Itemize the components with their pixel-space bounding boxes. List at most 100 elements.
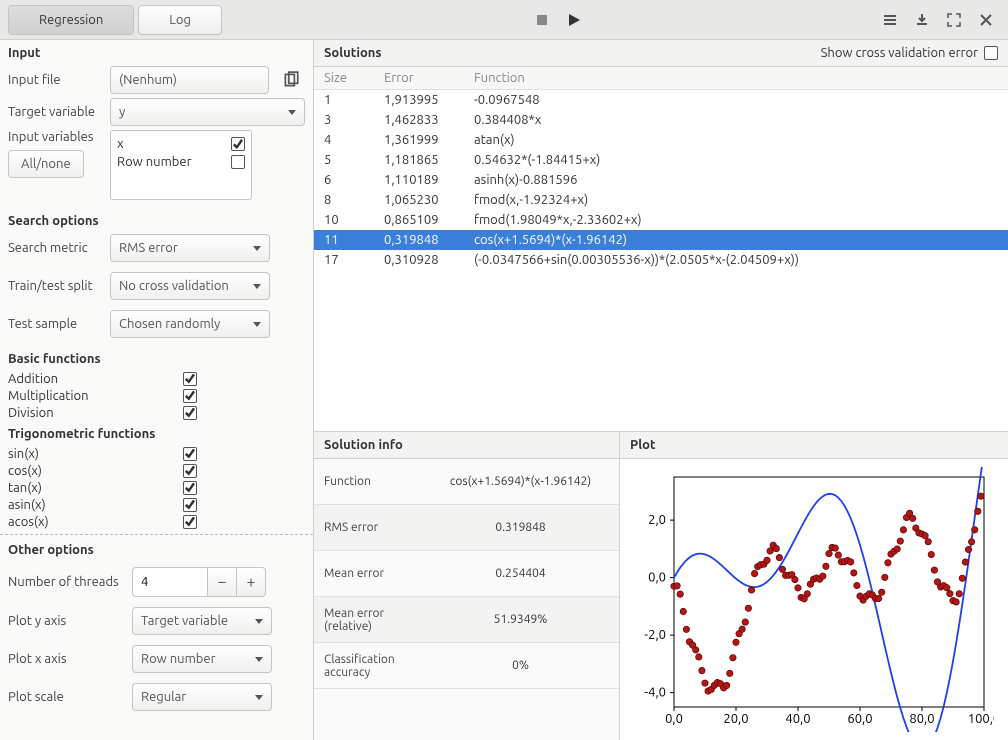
- info-row: Mean error (relative)51.9349%: [314, 597, 619, 643]
- ploty-select[interactable]: Target variable: [132, 607, 272, 635]
- func-item[interactable]: Addition: [8, 370, 305, 387]
- svg-text:-2,0: -2,0: [644, 628, 666, 642]
- plotx-label: Plot x axis: [8, 652, 128, 666]
- plot-panel: Plot -4,0-2,00,02,00,020,040,060,080,010…: [620, 432, 1008, 740]
- checkbox[interactable]: [183, 464, 197, 478]
- plot-title: Plot: [620, 432, 1008, 459]
- basic-func-title: Basic functions: [0, 348, 313, 368]
- target-select[interactable]: y: [110, 98, 305, 126]
- info-row: Classification accuracy0%: [314, 643, 619, 689]
- chevron-down-icon: [253, 246, 261, 251]
- svg-text:80,0: 80,0: [909, 712, 934, 726]
- input-file-label: Input file: [8, 73, 106, 87]
- plotx-select[interactable]: Row number: [132, 645, 272, 673]
- ploty-label: Plot y axis: [8, 614, 128, 628]
- info-title: Solution info: [314, 432, 619, 459]
- metric-label: Search metric: [8, 241, 106, 255]
- checkbox[interactable]: [183, 372, 197, 386]
- right-pane: Solutions Show cross validation error Si…: [314, 40, 1008, 740]
- checkbox[interactable]: [183, 481, 197, 495]
- info-row: Functioncos(x+1.5694)*(x-1.96142): [314, 459, 619, 505]
- checkbox[interactable]: [183, 447, 197, 461]
- trig-func-title: Trigonometric functions: [0, 423, 313, 443]
- solutions-table[interactable]: Size Error Function 11,913995-0.09675483…: [314, 67, 1008, 432]
- cv-checkbox[interactable]: [984, 46, 998, 60]
- play-icon[interactable]: [560, 6, 588, 34]
- threads-plus-button[interactable]: +: [236, 567, 266, 597]
- cv-label: Show cross validation error: [821, 46, 978, 60]
- func-item[interactable]: Multiplication: [8, 387, 305, 404]
- plotscale-label: Plot scale: [8, 690, 128, 704]
- svg-text:0,0: 0,0: [648, 571, 666, 585]
- threads-minus-button[interactable]: −: [207, 567, 237, 597]
- plotscale-select[interactable]: Regular: [132, 683, 272, 711]
- table-row[interactable]: 61,110189asinh(x)-0.881596: [314, 170, 1008, 190]
- table-row[interactable]: 51,1818650.54632*(-1.84415+x): [314, 150, 1008, 170]
- split-label: Train/test split: [8, 279, 106, 293]
- tab-log[interactable]: Log: [138, 5, 222, 35]
- table-row[interactable]: 100,865109fmod(1.98049*x,-2.33602+x): [314, 210, 1008, 230]
- chevron-down-icon: [288, 110, 296, 115]
- info-row: Mean error0.254404: [314, 551, 619, 597]
- checkbox[interactable]: [183, 406, 197, 420]
- solutions-title: Solutions: [324, 46, 382, 60]
- svg-text:0,0: 0,0: [665, 712, 683, 726]
- stop-icon[interactable]: [528, 6, 556, 34]
- table-row[interactable]: 110,319848cos(x+1.5694)*(x-1.96142): [314, 230, 1008, 250]
- download-icon[interactable]: [908, 6, 936, 34]
- chevron-down-icon: [255, 657, 263, 662]
- solutions-header: Solutions Show cross validation error: [314, 40, 1008, 67]
- checkbox[interactable]: [183, 389, 197, 403]
- sample-label: Test sample: [8, 317, 106, 331]
- search-title: Search options: [0, 208, 313, 232]
- chevron-down-icon: [255, 619, 263, 624]
- checkbox[interactable]: [183, 498, 197, 512]
- tab-regression[interactable]: Regression: [8, 5, 134, 35]
- left-pane: Input Input file (Nenhum) Target variabl…: [0, 40, 314, 740]
- func-item[interactable]: sin(x): [8, 445, 305, 462]
- table-row[interactable]: 41,361999atan(x): [314, 130, 1008, 150]
- solution-info-panel: Solution info Functioncos(x+1.5694)*(x-1…: [314, 432, 620, 740]
- table-row[interactable]: 81,065230fmod(x,-1.92324+x): [314, 190, 1008, 210]
- fullscreen-icon[interactable]: [940, 6, 968, 34]
- menu-icon[interactable]: [876, 6, 904, 34]
- target-label: Target variable: [8, 105, 106, 119]
- info-row: RMS error0.319848: [314, 505, 619, 551]
- func-item[interactable]: tan(x): [8, 479, 305, 496]
- func-item[interactable]: asin(x): [8, 496, 305, 513]
- table-row[interactable]: 170,310928(-0.0347566+sin(0.00305536-x))…: [314, 250, 1008, 270]
- svg-text:40,0: 40,0: [785, 712, 810, 726]
- checkbox[interactable]: [183, 515, 197, 529]
- func-item[interactable]: Division: [8, 404, 305, 421]
- table-row[interactable]: 31,4628330.384408*x: [314, 110, 1008, 130]
- func-item[interactable]: cos(x): [8, 462, 305, 479]
- var-item-x[interactable]: x: [117, 135, 245, 153]
- var-list[interactable]: x Row number: [110, 130, 252, 200]
- chevron-down-icon: [253, 322, 261, 327]
- threads-input[interactable]: [132, 567, 208, 597]
- var-item-rownum[interactable]: Row number: [117, 153, 245, 171]
- svg-text:60,0: 60,0: [847, 712, 872, 726]
- close-icon[interactable]: [972, 6, 1000, 34]
- input-file-picker[interactable]: (Nenhum): [110, 66, 269, 94]
- col-function[interactable]: Function: [464, 67, 1008, 90]
- vars-label: Input variables: [8, 130, 106, 144]
- allnone-button[interactable]: All/none: [8, 150, 84, 178]
- toolbar: Regression Log: [0, 0, 1008, 40]
- input-title: Input: [0, 40, 313, 64]
- col-error[interactable]: Error: [374, 67, 464, 90]
- split-select[interactable]: No cross validation: [110, 272, 270, 300]
- chevron-down-icon: [255, 695, 263, 700]
- checkbox[interactable]: [231, 137, 245, 151]
- svg-text:-4,0: -4,0: [644, 686, 666, 700]
- func-item[interactable]: acos(x): [8, 513, 305, 530]
- table-row[interactable]: 11,913995-0.0967548: [314, 90, 1008, 111]
- col-size[interactable]: Size: [314, 67, 374, 90]
- checkbox[interactable]: [231, 155, 245, 169]
- copy-icon[interactable]: [277, 66, 305, 94]
- metric-select[interactable]: RMS error: [110, 234, 270, 262]
- other-title: Other options: [0, 537, 313, 561]
- svg-text:100,0: 100,0: [968, 712, 994, 726]
- chevron-down-icon: [253, 284, 261, 289]
- sample-select[interactable]: Chosen randomly: [110, 310, 270, 338]
